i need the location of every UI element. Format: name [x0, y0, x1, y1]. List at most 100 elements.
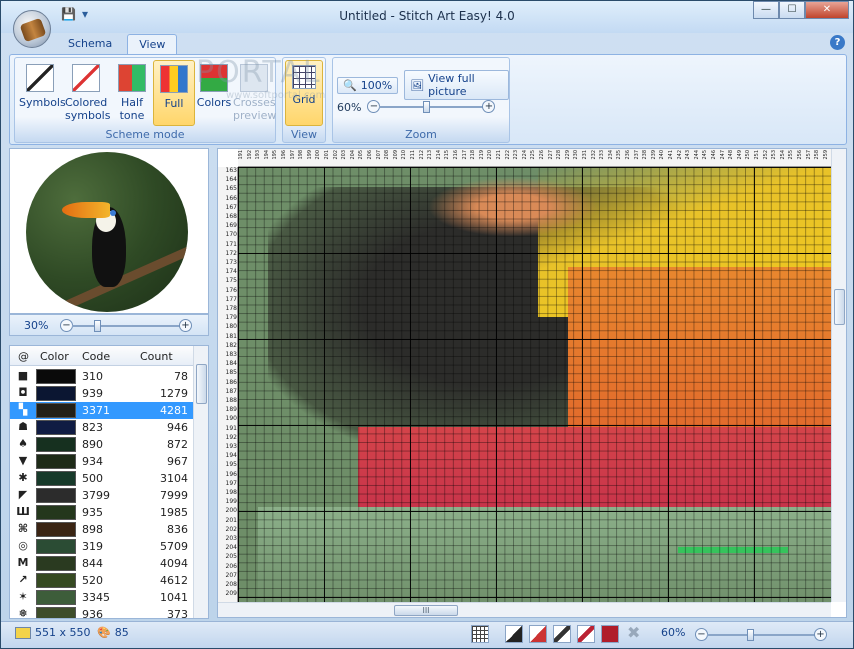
half-tone-button[interactable]: Half tone: [111, 60, 153, 126]
status-zoom-level: 60%: [661, 626, 686, 639]
help-icon[interactable]: ?: [830, 35, 845, 50]
picture-icon: 🖼: [410, 78, 425, 92]
row-number: 204: [225, 544, 237, 552]
ribbon-zoom-thumb[interactable]: [423, 101, 431, 113]
zoom-100-button[interactable]: 🔍 100%: [337, 76, 399, 94]
fill-tool-icon[interactable]: [601, 625, 619, 643]
color-row[interactable]: ✶ 3345 1041: [10, 589, 194, 606]
color-row[interactable]: ◎ 319 5709: [10, 538, 194, 555]
tab-view[interactable]: View: [127, 34, 178, 54]
column-number: 256: [797, 150, 803, 160]
symbols-button[interactable]: Symbols: [19, 60, 66, 126]
color-swatch: [36, 556, 76, 571]
color-row[interactable]: ◤ 3799 7999: [10, 487, 194, 504]
title-bar: 💾 ▾ Untitled - Stitch Art Easy! 4.0 — ☐ …: [1, 1, 853, 33]
grid-lines: [238, 167, 831, 602]
header-code[interactable]: Code: [82, 350, 110, 363]
ribbon-tabs: Schema View: [57, 34, 178, 54]
stitch-count: 967: [167, 455, 188, 468]
backstitch-tool-icon[interactable]: [577, 625, 595, 643]
stitch-symbol: ↗: [18, 573, 28, 586]
header-color[interactable]: Color: [40, 350, 69, 363]
color-row[interactable]: ▚ 3371 4281: [10, 402, 194, 419]
color-row[interactable]: ↗ 520 4612: [10, 572, 194, 589]
column-number: 198: [298, 150, 305, 160]
row-number: 197: [225, 479, 237, 487]
color-swatch: [36, 403, 76, 418]
color-row[interactable]: ❅ 936 373: [10, 606, 194, 618]
color-row[interactable]: M 844 4094: [10, 555, 194, 572]
color-row[interactable]: Ш 935 1985: [10, 504, 194, 521]
color-row[interactable]: ♠ 890 872: [10, 436, 194, 453]
zoom-in-icon[interactable]: +: [179, 319, 192, 332]
row-number: 187: [225, 387, 237, 395]
color-row[interactable]: ⌘ 898 836: [10, 521, 194, 538]
color-swatch: [36, 505, 76, 520]
zoom-in-icon[interactable]: +: [482, 100, 496, 113]
grid-horizontal-scrollbar[interactable]: III: [218, 602, 831, 617]
row-number: 182: [225, 341, 237, 349]
maximize-button[interactable]: ☐: [779, 1, 805, 19]
app-menu-button[interactable]: [13, 10, 51, 48]
row-number: 183: [225, 351, 237, 358]
row-number: 169: [225, 222, 237, 230]
color-row[interactable]: ■ 310 78: [10, 368, 194, 385]
tab-schema[interactable]: Schema: [57, 34, 123, 54]
full-button[interactable]: Full: [153, 60, 195, 126]
symbols-icon: [26, 64, 54, 92]
preview-zoom-thumb[interactable]: [94, 320, 102, 332]
grid-button[interactable]: Grid: [285, 60, 323, 126]
horizontal-scroll-thumb[interactable]: III: [394, 605, 458, 616]
row-number: 184: [225, 360, 237, 368]
color-row[interactable]: ▼ 934 967: [10, 453, 194, 470]
color-row[interactable]: ✱ 500 3104: [10, 470, 194, 487]
ribbon: Symbols Colored symbols Half tone Full C…: [9, 54, 847, 145]
status-zoom-thumb[interactable]: [747, 629, 755, 641]
preview-zoom-slider[interactable]: − +: [60, 319, 192, 333]
ribbon-zoom-slider[interactable]: − +: [367, 100, 496, 114]
column-number: 228: [556, 150, 563, 160]
row-number: 209: [225, 590, 237, 598]
window-controls: — ☐ ✕: [753, 1, 849, 19]
colored-symbols-button[interactable]: Colored symbols: [65, 60, 110, 126]
status-zoom-slider[interactable]: − +: [695, 628, 827, 642]
row-number: 186: [225, 378, 237, 386]
column-number: 251: [754, 150, 760, 160]
row-number: 200: [225, 507, 237, 515]
colors-button[interactable]: Colors: [193, 60, 235, 126]
row-number: 194: [225, 452, 237, 460]
half-stitch-tool-icon[interactable]: [529, 625, 547, 643]
quarter-stitch-tool-icon[interactable]: [553, 625, 571, 643]
row-number: 199: [225, 498, 237, 506]
row-number: 170: [225, 231, 237, 239]
row-number: 165: [225, 185, 237, 193]
color-row[interactable]: ◘ 939 1279: [10, 385, 194, 402]
crosses-preview-button[interactable]: Crosses preview: [233, 60, 276, 126]
view-full-picture-button[interactable]: 🖼 View full picture: [404, 70, 509, 100]
row-number: 206: [225, 562, 237, 570]
view-group-label: View: [290, 128, 318, 141]
stitch-symbol: Ш: [16, 505, 30, 518]
header-symbol[interactable]: @: [18, 350, 29, 363]
full-stitch-tool-icon[interactable]: [505, 625, 523, 643]
color-code: 844: [82, 557, 103, 570]
row-number: 177: [225, 295, 237, 303]
eraser-icon[interactable]: ✖: [627, 623, 640, 642]
color-table-scrollbar[interactable]: [193, 346, 208, 618]
header-count[interactable]: Count: [140, 350, 173, 363]
color-swatch: [36, 573, 76, 588]
column-number: 259: [822, 150, 829, 160]
close-button[interactable]: ✕: [805, 1, 849, 19]
minimize-button[interactable]: —: [753, 1, 779, 19]
grid-toggle-icon[interactable]: [471, 625, 489, 643]
stitch-symbol: ◎: [18, 539, 28, 552]
color-row[interactable]: ☗ 823 946: [10, 419, 194, 436]
color-swatch: [36, 369, 76, 384]
grid-vertical-scrollbar[interactable]: [831, 149, 846, 602]
column-number: 233: [599, 150, 606, 160]
spool-icon: [19, 17, 47, 43]
stitch-symbol: ◤: [18, 488, 28, 501]
stitch-canvas[interactable]: [238, 167, 831, 602]
zoom-in-icon[interactable]: +: [814, 628, 827, 641]
preview-zoom-level: 30%: [24, 319, 49, 332]
